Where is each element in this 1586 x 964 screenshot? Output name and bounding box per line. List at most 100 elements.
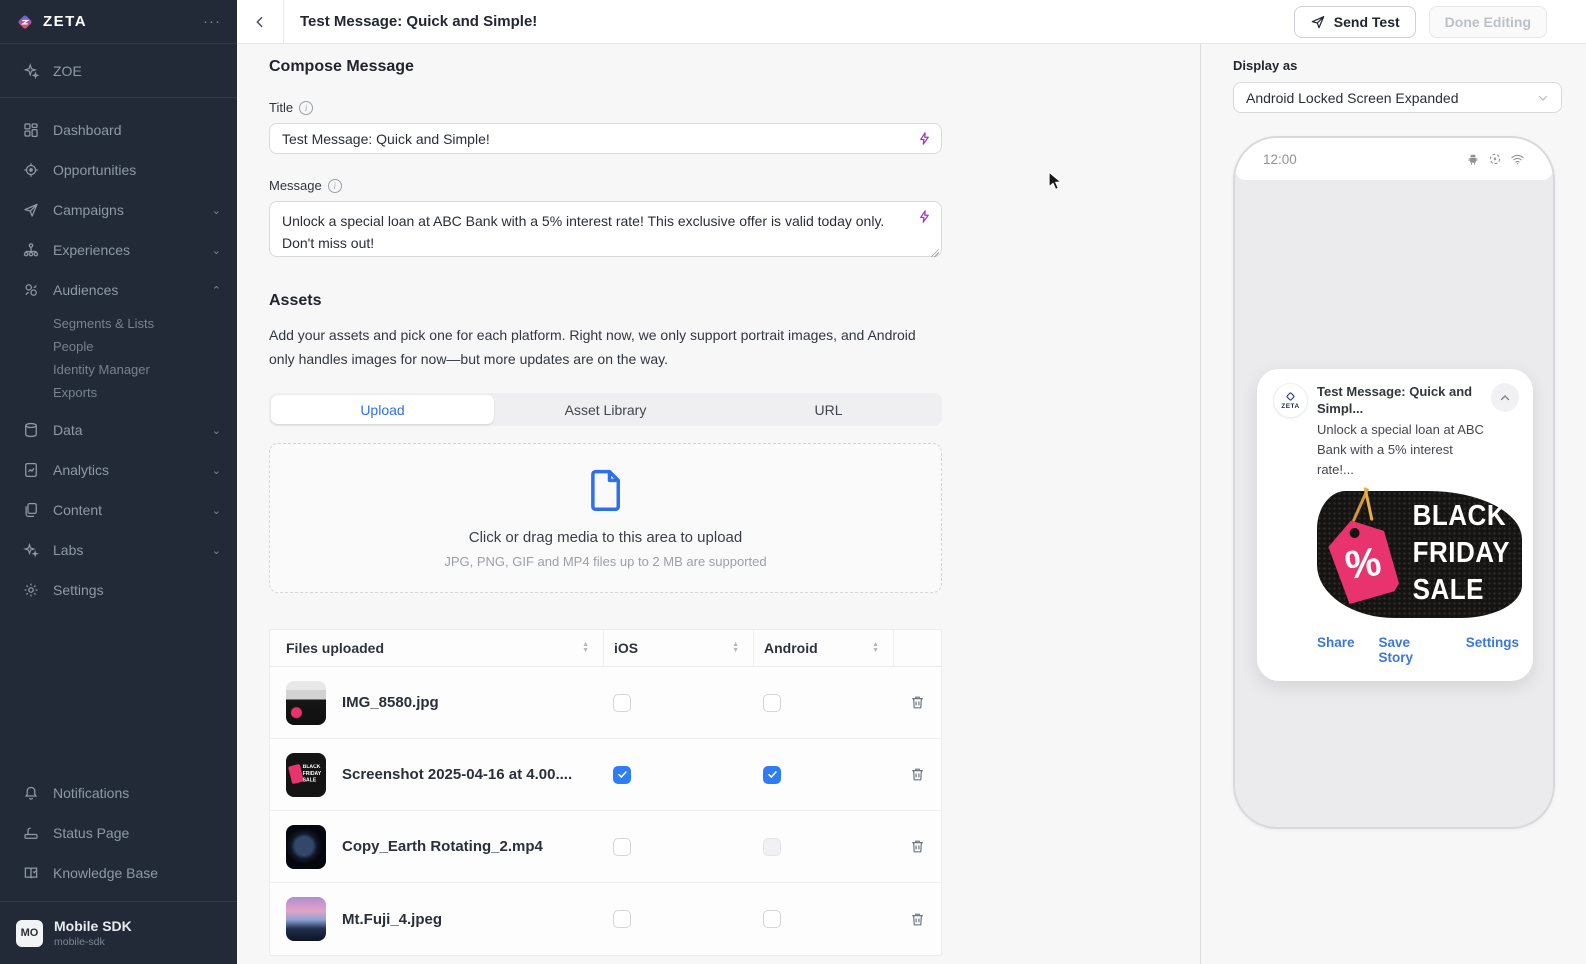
resize-grip[interactable] <box>930 248 939 257</box>
analytics-doc-icon <box>22 461 40 479</box>
sidebar-item-label: Data <box>53 422 199 438</box>
save-story-action[interactable]: Save Story <box>1379 635 1442 665</box>
sidebar-item-dashboard[interactable]: Dashboard <box>0 110 237 150</box>
notification-body: Unlock a special loan at ABC Bank with a… <box>1317 420 1491 480</box>
sidebar-item-zoe[interactable]: ZOE <box>0 44 237 98</box>
delete-file-button[interactable] <box>909 694 926 711</box>
android-checkbox[interactable] <box>763 766 781 784</box>
preview-panel: Display as Android Locked Screen Expande… <box>1200 44 1586 964</box>
tab-upload[interactable]: Upload <box>271 395 494 424</box>
sort-android-button[interactable]: ▲▼ <box>872 642 879 654</box>
chevron-down-icon: ⌄ <box>212 544 221 557</box>
delete-file-button[interactable] <box>909 911 926 928</box>
sidebar-item-status-page[interactable]: Status Page <box>0 813 237 853</box>
file-thumbnail <box>286 897 326 941</box>
gear-icon <box>22 581 40 599</box>
sidebar-item-people[interactable]: People <box>0 335 237 358</box>
sidebar-item-data[interactable]: Data ⌄ <box>0 410 237 450</box>
sidebar-item-identity-manager[interactable]: Identity Manager <box>0 358 237 381</box>
message-textarea[interactable]: Unlock a special loan at ABC Bank with a… <box>269 201 942 257</box>
sidebar: ZETA ··· ZOE Dashboard <box>0 0 237 964</box>
check-icon <box>767 769 778 780</box>
sidebar-item-exports[interactable]: Exports <box>0 381 237 404</box>
column-files-uploaded: Files uploaded <box>286 640 575 656</box>
sidebar-item-analytics[interactable]: Analytics ⌄ <box>0 450 237 490</box>
notification-actions: Share Save Story Settings <box>1317 635 1519 665</box>
sidebar-item-segments-lists[interactable]: Segments & Lists <box>0 312 237 335</box>
upload-dropzone[interactable]: Click or drag media to this area to uplo… <box>269 443 942 593</box>
notification-title: Test Message: Quick and Simpl... <box>1317 383 1491 417</box>
send-test-button[interactable]: Send Test <box>1294 6 1416 38</box>
zeta-logo-icon <box>16 13 34 31</box>
percent-symbol: % <box>1343 539 1384 589</box>
phone-statusbar: 12:00 <box>1235 138 1553 180</box>
display-as-value: Android Locked Screen Expanded <box>1246 90 1537 106</box>
sidebar-item-label: Content <box>53 502 199 518</box>
audiences-icon <box>22 281 40 299</box>
ai-bolt-icon[interactable] <box>917 130 932 147</box>
sidebar-item-label: Settings <box>53 582 221 598</box>
chevron-left-icon <box>252 14 268 30</box>
ios-checkbox[interactable] <box>613 838 631 856</box>
wifi-icon <box>1510 153 1525 166</box>
tab-url[interactable]: URL <box>717 395 940 424</box>
back-button[interactable] <box>237 0 284 44</box>
labs-sparkle-icon <box>22 541 40 559</box>
android-checkbox[interactable] <box>763 694 781 712</box>
notification-collapse-button[interactable] <box>1491 383 1519 412</box>
file-thumbnail: BLACKFRIDAYSALE <box>286 753 326 797</box>
delete-file-button[interactable] <box>909 838 926 855</box>
content-area: Compose Message Title i Message i <box>237 44 1586 964</box>
done-editing-label: Done Editing <box>1445 14 1531 30</box>
sidebar-item-campaigns[interactable]: Campaigns ⌄ <box>0 190 237 230</box>
page-title: Test Message: Quick and Simple! <box>300 13 1294 30</box>
settings-action[interactable]: Settings <box>1466 635 1519 665</box>
ios-checkbox[interactable] <box>613 910 631 928</box>
check-icon <box>617 769 628 780</box>
ios-checkbox[interactable] <box>613 766 631 784</box>
sidebar-audiences-submenu: Segments & Lists People Identity Manager… <box>0 310 237 410</box>
sidebar-item-label: Campaigns <box>53 202 199 218</box>
sidebar-item-content[interactable]: Content ⌄ <box>0 490 237 530</box>
display-as-select[interactable]: Android Locked Screen Expanded <box>1233 82 1562 113</box>
sidebar-item-experiences[interactable]: Experiences ⌄ <box>0 230 237 270</box>
ios-checkbox[interactable] <box>613 694 631 712</box>
delete-file-button[interactable] <box>909 766 926 783</box>
notification-card[interactable]: ZETA Test Message: Quick and Simpl... Un… <box>1257 369 1533 681</box>
workspace-switcher[interactable]: MO Mobile SDK mobile-sdk <box>0 902 237 964</box>
trash-icon <box>909 766 926 783</box>
android-checkbox[interactable] <box>763 910 781 928</box>
workspace-info: Mobile SDK mobile-sdk <box>54 918 132 948</box>
tab-asset-library[interactable]: Asset Library <box>494 395 717 424</box>
sidebar-item-label: ZOE <box>53 63 82 79</box>
share-action[interactable]: Share <box>1317 635 1355 665</box>
sidebar-item-notifications[interactable]: Notifications <box>0 773 237 813</box>
sidebar-item-audiences[interactable]: Audiences ⌃ <box>0 270 237 310</box>
data-saver-icon <box>1488 152 1502 166</box>
done-editing-button[interactable]: Done Editing <box>1429 6 1547 38</box>
file-name: Screenshot 2025-04-16 at 4.00.... <box>342 766 572 783</box>
sidebar-nav: Dashboard Opportunities Campaigns ⌄ <box>0 98 237 610</box>
info-icon[interactable]: i <box>328 179 342 193</box>
app-window: ZETA ··· ZOE Dashboard <box>0 0 1586 964</box>
topbar-actions: Send Test Done Editing <box>1294 6 1586 38</box>
sidebar-item-label: Audiences <box>53 282 199 298</box>
ai-bolt-icon[interactable] <box>917 208 932 225</box>
sidebar-item-opportunities[interactable]: Opportunities <box>0 150 237 190</box>
sidebar-spacer <box>0 610 237 773</box>
title-input[interactable] <box>269 123 942 154</box>
file-name: Mt.Fuji_4.jpeg <box>342 911 442 928</box>
sidebar-item-labs[interactable]: Labs ⌄ <box>0 530 237 570</box>
sort-ios-button[interactable]: ▲▼ <box>732 642 739 654</box>
editor-column: Compose Message Title i Message i <box>237 44 1200 964</box>
book-icon <box>22 864 40 882</box>
sort-files-button[interactable]: ▲▼ <box>582 642 589 654</box>
info-icon[interactable]: i <box>299 101 313 115</box>
database-icon <box>22 421 40 439</box>
sidebar-item-knowledge-base[interactable]: Knowledge Base <box>0 853 237 893</box>
chevron-down-icon: ⌄ <box>212 244 221 257</box>
sidebar-item-label: Opportunities <box>53 162 221 178</box>
assets-heading: Assets <box>269 292 942 310</box>
sidebar-item-settings[interactable]: Settings <box>0 570 237 610</box>
sidebar-menu-button[interactable]: ··· <box>203 13 221 30</box>
